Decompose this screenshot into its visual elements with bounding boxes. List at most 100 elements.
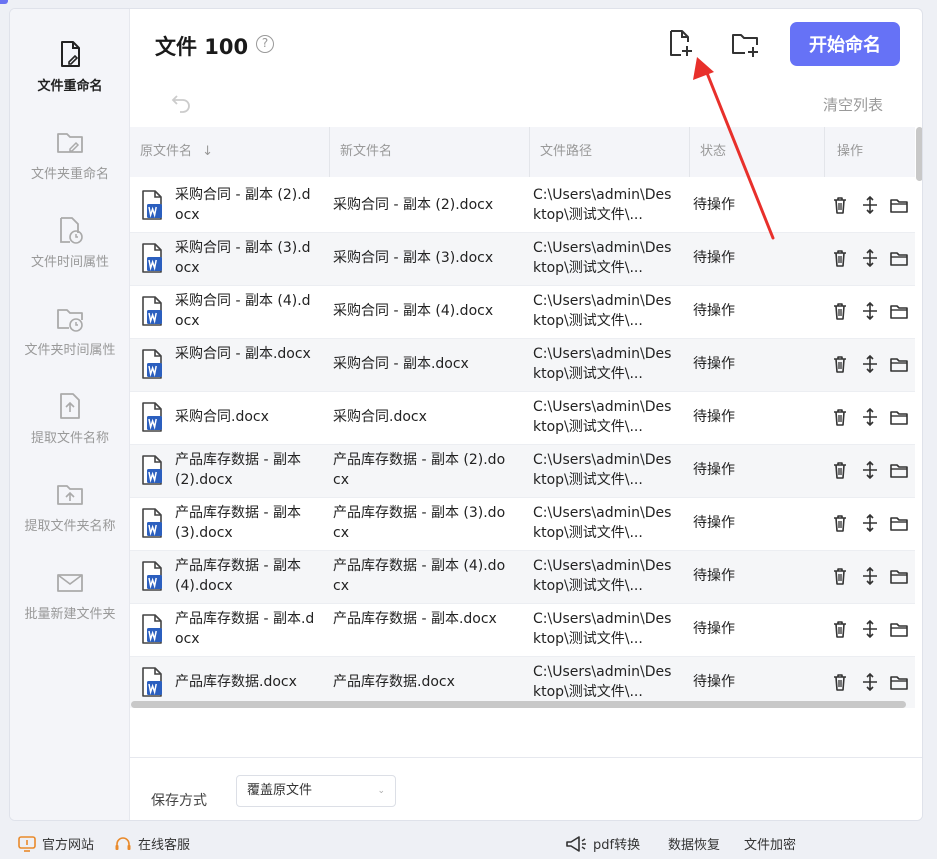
sidebar-item-file-time[interactable]: 文件时间属性: [10, 215, 130, 270]
folder-open-icon[interactable]: [890, 407, 908, 427]
move-icon[interactable]: [861, 407, 879, 427]
website-link[interactable]: 官方网站: [18, 834, 94, 853]
file-path: C:\Users\admin\Desktop\测试文件\...: [533, 240, 672, 276]
table-row[interactable]: 产品库存数据 - 副本.docx 产品库存数据 - 副本.docx C:\Users…: [130, 604, 915, 657]
sidebar-item-label: 提取文件名称: [30, 431, 109, 446]
sidebar-item-extract-file-names[interactable]: 提取文件名称: [10, 391, 130, 446]
original-filename: 采购合同 - 副本 (4).docx: [175, 293, 311, 329]
file-table-body: 采购合同 - 副本 (2).docx 采购合同 - 副本 (2).docx C:\U…: [130, 180, 915, 708]
top-strip: [0, 0, 937, 8]
footer: 官方网站 在线客服 pdf转换 数据恢复 文件加密: [0, 822, 937, 859]
table-row[interactable]: 采购合同 - 副本 (2).docx 采购合同 - 副本 (2).docx C:\U…: [130, 180, 915, 233]
table-header: 原文件名 ↓ 新文件名 文件路径 状态 操作: [130, 127, 915, 177]
folder-open-icon[interactable]: [890, 513, 908, 533]
sidebar-item-label: 批量新建文件夹: [24, 607, 116, 622]
trash-icon[interactable]: [831, 513, 849, 533]
horizontal-scrollbar[interactable]: [130, 701, 907, 709]
table-row[interactable]: 采购合同 - 副本 (3).docx 采购合同 - 副本 (3).docx C:\U…: [130, 233, 915, 286]
start-rename-button[interactable]: 开始命名: [790, 22, 900, 66]
original-filename: 采购合同 - 副本.docx: [175, 346, 311, 362]
table-row[interactable]: 产品库存数据 - 副本 (3).docx 产品库存数据 - 副本 (3).docx…: [130, 498, 915, 551]
monitor-icon: [18, 835, 36, 852]
move-icon[interactable]: [861, 354, 879, 374]
move-icon[interactable]: [861, 672, 879, 692]
question-circle-icon[interactable]: ?: [256, 35, 274, 53]
word-doc-icon: [142, 667, 162, 697]
app-mark: [0, 0, 8, 4]
file-encrypt-label: 文件加密: [744, 838, 797, 853]
sidebar: 文件重命名 文件夹重命名 文件时间属性 文件夹时间属性 提取文件名称 提取文件夹…: [10, 9, 130, 820]
scroll-thumb[interactable]: [131, 701, 906, 708]
word-doc-icon: [142, 508, 162, 538]
sidebar-item-batch-new-folder[interactable]: 批量新建文件夹: [10, 567, 130, 622]
undo-icon[interactable]: [170, 91, 192, 113]
folder-open-icon[interactable]: [890, 248, 908, 268]
folder-open-icon[interactable]: [890, 354, 908, 374]
data-recovery-link[interactable]: 数据恢复: [668, 834, 720, 853]
column-original-name[interactable]: 原文件名 ↓: [130, 127, 213, 177]
folder-open-icon[interactable]: [890, 619, 908, 639]
move-icon[interactable]: [861, 460, 879, 480]
arrow-down-icon[interactable]: ↓: [202, 144, 213, 159]
folder-open-icon[interactable]: [890, 301, 908, 321]
new-filename: 产品库存数据.docx: [333, 674, 455, 690]
new-filename: 产品库存数据 - 副本.docx: [333, 611, 497, 627]
move-icon[interactable]: [861, 513, 879, 533]
table-row[interactable]: 产品库存数据 - 副本 (2).docx 产品库存数据 - 副本 (2).docx…: [130, 445, 915, 498]
table-row[interactable]: 采购合同.docx 采购合同.docx C:\Users\admin\Desktop…: [130, 392, 915, 445]
move-icon[interactable]: [861, 619, 879, 639]
table-row[interactable]: 采购合同 - 副本.docx 采购合同 - 副本.docx C:\Users\adm…: [130, 339, 915, 392]
website-label: 官方网站: [42, 838, 95, 853]
sidebar-item-file-rename[interactable]: 文件重命名: [10, 39, 130, 94]
new-filename: 采购合同.docx: [333, 409, 427, 425]
clear-list-button[interactable]: 清空列表: [823, 94, 883, 115]
folder-open-icon[interactable]: [890, 566, 908, 586]
new-filename: 产品库存数据 - 副本 (4).docx: [333, 558, 506, 594]
trash-icon[interactable]: [831, 301, 849, 321]
file-encrypt-link[interactable]: 文件加密: [744, 834, 796, 853]
sidebar-item-label: 文件夹时间属性: [24, 343, 116, 358]
sidebar-item-folder-rename[interactable]: 文件夹重命名: [10, 127, 130, 182]
vertical-scrollbar[interactable]: [915, 127, 922, 707]
scroll-thumb[interactable]: [916, 127, 922, 181]
folder-open-icon[interactable]: [890, 195, 908, 215]
status-text: 待操作: [693, 462, 735, 478]
folder-add-icon[interactable]: [730, 29, 760, 59]
file-edit-icon: [61, 41, 80, 67]
word-doc-icon: [142, 561, 162, 591]
move-icon[interactable]: [861, 301, 879, 321]
sidebar-item-extract-folder-names[interactable]: 提取文件夹名称: [10, 479, 130, 534]
trash-icon[interactable]: [831, 672, 849, 692]
folder-clock-icon: [57, 309, 83, 332]
trash-icon[interactable]: [831, 566, 849, 586]
support-label: 在线客服: [138, 838, 191, 853]
trash-icon[interactable]: [831, 460, 849, 480]
move-icon[interactable]: [861, 248, 879, 268]
folder-open-icon[interactable]: [890, 460, 908, 480]
move-icon[interactable]: [861, 195, 879, 215]
trash-icon[interactable]: [831, 619, 849, 639]
trash-icon[interactable]: [831, 248, 849, 268]
word-doc-icon: [142, 614, 162, 644]
trash-icon[interactable]: [831, 354, 849, 374]
table-row[interactable]: 采购合同 - 副本 (4).docx 采购合同 - 副本 (4).docx C:\U…: [130, 286, 915, 339]
file-add-icon[interactable]: [667, 29, 695, 59]
status-text: 待操作: [693, 197, 735, 213]
move-icon[interactable]: [861, 566, 879, 586]
support-link[interactable]: 在线客服: [114, 834, 190, 853]
original-filename: 采购合同 - 副本 (2).docx: [175, 187, 311, 223]
sidebar-item-label: 文件时间属性: [30, 255, 109, 270]
folder-open-icon[interactable]: [890, 672, 908, 692]
folder-edit-icon: [57, 133, 83, 153]
trash-icon[interactable]: [831, 407, 849, 427]
megaphone-icon: [566, 835, 586, 852]
status-text: 待操作: [693, 515, 735, 531]
new-filename: 采购合同 - 副本 (2).docx: [333, 197, 494, 213]
trash-icon[interactable]: [831, 195, 849, 215]
table-row[interactable]: 产品库存数据 - 副本 (4).docx 产品库存数据 - 副本 (4).docx…: [130, 551, 915, 604]
pdf-convert-link[interactable]: pdf转换: [565, 834, 640, 853]
column-divider[interactable]: [824, 127, 825, 177]
save-mode-select[interactable]: 覆盖原文件 ⌄: [236, 775, 396, 807]
new-filename: 采购合同 - 副本.docx: [333, 356, 469, 372]
sidebar-item-folder-time[interactable]: 文件夹时间属性: [10, 303, 130, 358]
